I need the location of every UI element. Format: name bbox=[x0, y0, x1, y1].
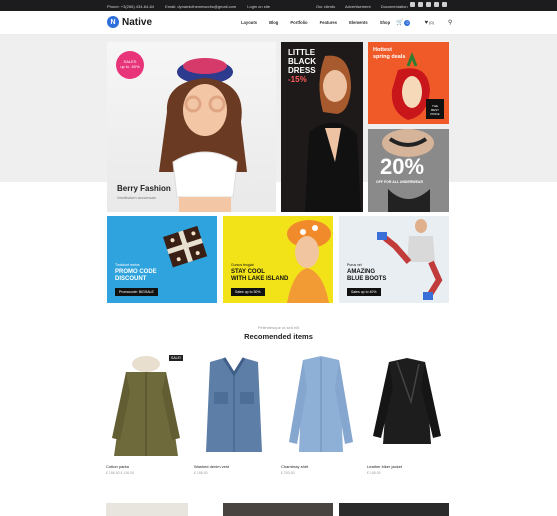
product-image bbox=[289, 356, 353, 452]
promo3-title-line2: BLUE BOOTS bbox=[347, 276, 387, 282]
email-link[interactable]: Email: dynamicthemeworks@gmail.com bbox=[165, 4, 236, 9]
hero-spring-banner[interactable]: Hottest spring deals THE BEST PRICE bbox=[368, 42, 449, 124]
next-row-image bbox=[223, 503, 333, 516]
hero-underwear-banner[interactable]: 20% OFF FOR ALL UNDERWEAR bbox=[368, 129, 449, 212]
nav-item-features[interactable]: Features bbox=[320, 20, 337, 25]
promo1-title: PROMO CODE DISCOUNT bbox=[115, 269, 157, 283]
product-card[interactable]: Washed denim vest £ 155.00 bbox=[194, 352, 274, 475]
product-name[interactable]: Leather biker jacket bbox=[367, 464, 402, 469]
phone-text: Phone: +3(266) 434-64-64 bbox=[107, 3, 155, 9]
main-nav: Layouts Blog Portfolio Features Elements… bbox=[241, 20, 402, 25]
promo2-title-line1: STAY COOL bbox=[231, 269, 265, 275]
promo-code-banner[interactable]: Tincidunt metus PROMO CODE DISCOUNT Prom… bbox=[107, 216, 217, 303]
sale-badge-line2: up to -50% bbox=[120, 64, 140, 69]
spring-line1: Hottest bbox=[373, 47, 392, 53]
heart-icon[interactable]: ♥ bbox=[424, 20, 428, 26]
search-icon[interactable]: ⚲ bbox=[448, 19, 452, 26]
blue-boots-banner[interactable]: Purus vel AMAZING BLUE BOOTS Sales up to… bbox=[339, 216, 449, 303]
login-link[interactable]: Login on site bbox=[247, 4, 270, 9]
nav-item-layouts[interactable]: Layouts bbox=[241, 20, 257, 25]
underwear-discount: 20% bbox=[380, 154, 425, 179]
stay-cool-banner[interactable]: Cursus feugiat STAY COOL WITH LAKE ISLAN… bbox=[223, 216, 333, 303]
nav-item-blog[interactable]: Blog bbox=[269, 20, 278, 25]
promo1-title-line1: PROMO CODE bbox=[115, 269, 157, 275]
best-price-tag: THE BEST PRICE bbox=[426, 99, 444, 119]
product-image bbox=[206, 357, 262, 452]
header-icons: 🛒 0 ♥ (0) ⚲ bbox=[396, 19, 452, 26]
promo1-title-line2: DISCOUNT bbox=[115, 276, 147, 282]
cart-icon[interactable]: 🛒 bbox=[396, 19, 403, 26]
spring-line2: spring deals bbox=[373, 54, 406, 60]
product-image bbox=[373, 358, 441, 444]
dress-line1: LITTLE bbox=[288, 48, 316, 57]
sale-badge: SALE! bbox=[169, 355, 183, 361]
hero-main-banner[interactable]: SALES up to -50% Berry Fashion Vestibulu… bbox=[107, 42, 276, 212]
next-row-image bbox=[339, 503, 449, 516]
promo3-button[interactable]: Sales up to 40% bbox=[347, 288, 381, 296]
promo2-title-line2: WITH LAKE ISLAND bbox=[231, 276, 289, 282]
nav-item-elements[interactable]: Elements bbox=[349, 20, 368, 25]
logo-text: Native bbox=[122, 16, 153, 28]
product-price: £ 156.00 £ 116.00 bbox=[106, 471, 134, 475]
promo3-small: Purus vel bbox=[347, 263, 362, 267]
product-card[interactable]: Chambray shirt £ 200.00 bbox=[281, 352, 361, 475]
product-card[interactable]: SALE! Cotton parka £ 156.00 £ 116.00 bbox=[106, 352, 186, 475]
facebook-icon[interactable] bbox=[410, 2, 415, 7]
section-title: Recomended items bbox=[244, 332, 313, 341]
dress-discount: -15% bbox=[288, 75, 307, 84]
dress-line3: DRESS bbox=[288, 66, 316, 75]
twitter-icon[interactable] bbox=[434, 2, 439, 7]
product-name[interactable]: Cotton parka bbox=[106, 464, 129, 469]
cart-count-badge: 0 bbox=[404, 19, 411, 26]
tag-line3: PRICE bbox=[430, 112, 440, 116]
promo2-title: STAY COOL WITH LAKE ISLAND bbox=[231, 269, 288, 283]
promo2-small: Cursus feugiat bbox=[231, 263, 254, 267]
wishlist-count: (0) bbox=[429, 20, 434, 25]
vimeo-icon[interactable] bbox=[442, 2, 447, 7]
product-price: £ 155.00 bbox=[194, 471, 208, 475]
hero-dress-banner[interactable]: LITTLE BLACK DRESS -15% bbox=[281, 42, 363, 212]
dress-line2: BLACK bbox=[288, 57, 316, 66]
nav-item-portfolio[interactable]: Portfolio bbox=[290, 20, 307, 25]
site-header: N Native Layouts Blog Portfolio Features… bbox=[0, 11, 557, 35]
hero-background bbox=[0, 35, 557, 182]
underwear-text: OFF FOR ALL UNDERWEAR bbox=[376, 180, 423, 184]
social-icons bbox=[410, 2, 447, 7]
google-plus-icon[interactable] bbox=[418, 2, 423, 7]
sale-badge: SALES up to -50% bbox=[116, 51, 144, 79]
spring-banner-text: Hottest spring deals bbox=[373, 47, 405, 61]
nav-item-shop[interactable]: Shop bbox=[380, 20, 390, 25]
product-card[interactable]: Leather biker jacket £ 145.00 bbox=[367, 352, 447, 475]
product-image bbox=[112, 356, 180, 456]
promo2-button[interactable]: Sales up to 30% bbox=[231, 288, 265, 296]
dress-banner-text: LITTLE BLACK DRESS -15% bbox=[288, 48, 316, 84]
link-our-clients[interactable]: Our clients bbox=[316, 4, 335, 9]
link-advertisement[interactable]: Advertisement bbox=[345, 4, 371, 9]
promo1-button[interactable]: Promocode: BIGSALE bbox=[115, 288, 158, 296]
instagram-icon[interactable] bbox=[426, 2, 431, 7]
hero-main-subtitle: Vestibulum accumsan bbox=[117, 195, 156, 200]
hero-main-title: Berry Fashion bbox=[117, 184, 171, 193]
site-logo[interactable]: N Native bbox=[107, 16, 152, 28]
promo3-title: AMAZING BLUE BOOTS bbox=[347, 269, 386, 283]
top-bar: Phone: +3(266) 434-64-64 Email: dynamict… bbox=[0, 0, 557, 11]
product-price: £ 200.00 bbox=[281, 471, 295, 475]
promo1-small: Tincidunt metus bbox=[115, 263, 140, 267]
next-row-image bbox=[106, 503, 188, 516]
section-subtitle: Pellentesque ut sed elit bbox=[257, 325, 300, 330]
link-documentation[interactable]: Documentation bbox=[381, 4, 408, 9]
product-price: £ 145.00 bbox=[367, 471, 381, 475]
product-name[interactable]: Washed denim vest bbox=[194, 464, 229, 469]
logo-icon: N bbox=[107, 16, 119, 28]
promo3-title-line1: AMAZING bbox=[347, 269, 375, 275]
product-name[interactable]: Chambray shirt bbox=[281, 464, 308, 469]
